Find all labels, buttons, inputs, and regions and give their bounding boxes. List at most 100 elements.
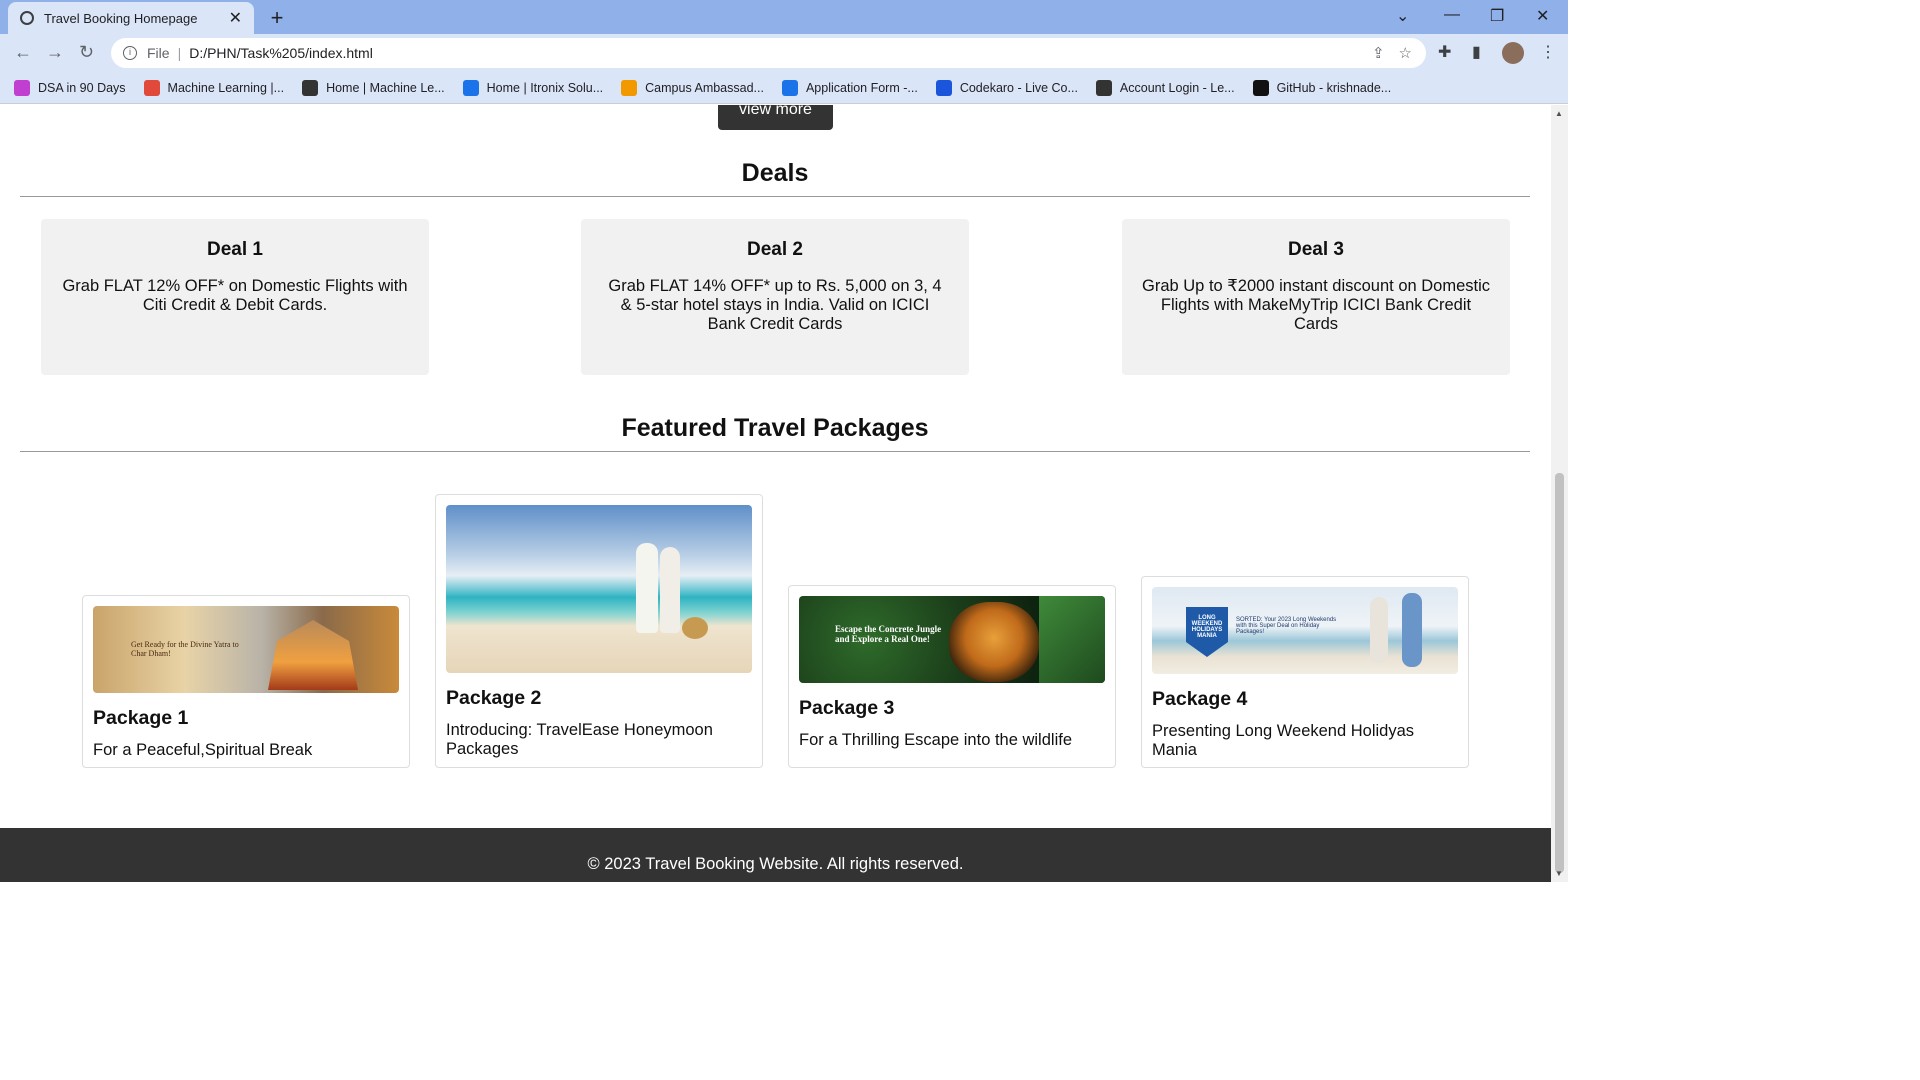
url-text[interactable]: D:/PHN/Task%205/index.html <box>189 45 1372 61</box>
close-tab-icon[interactable]: ✕ <box>229 8 242 28</box>
bookmark-label: DSA in 90 Days <box>38 80 126 95</box>
new-tab-button[interactable]: + <box>266 5 288 31</box>
scroll-down-arrow-icon[interactable]: ▼ <box>1555 869 1563 878</box>
package-image: Get Ready for the Divine Yatra to Char D… <box>93 606 399 693</box>
hat-shape <box>682 617 708 639</box>
leaves-shape <box>1039 596 1105 683</box>
restore-button[interactable]: ❐ <box>1490 6 1504 26</box>
package-image: LONG WEEKEND HOLIDAYS MANIA SORTED: Your… <box>1152 587 1458 674</box>
couple-figure <box>636 543 658 633</box>
side-panel-icon[interactable]: ▮ <box>1472 42 1481 62</box>
toolbar: ← → ↻ i File | D:/PHN/Task%205/index.htm… <box>0 34 1568 72</box>
package-title: Package 1 <box>93 707 189 729</box>
package-card[interactable]: Escape the Concrete Jungle and Explore a… <box>788 585 1116 768</box>
bookmark-label: Application Form -... <box>805 80 918 95</box>
view-more-button[interactable]: view more <box>718 105 833 130</box>
package-title: Package 4 <box>1152 688 1248 710</box>
scroll-up-arrow-icon[interactable]: ▲ <box>1555 109 1563 118</box>
bookmark-favicon-icon <box>781 79 798 96</box>
file-scheme-label: File <box>147 45 170 61</box>
bookmark-star-icon[interactable]: ☆ <box>1399 44 1412 62</box>
browser-chrome: Travel Booking Homepage ✕ + ⌄ — ❐ ✕ ← → … <box>0 0 1568 104</box>
bookmark-label: Account Login - Le... <box>1119 80 1235 95</box>
bookmark-label: Campus Ambassad... <box>645 80 764 95</box>
bookmark-item[interactable]: Account Login - Le... <box>1095 79 1235 96</box>
package-text: Introducing: TravelEase Honeymoon Packag… <box>446 721 713 758</box>
banner-text: Escape the Concrete Jungle and Explore a… <box>835 624 942 644</box>
package-text: For a Peaceful,Spiritual Break <box>93 741 313 759</box>
package-image: Escape the Concrete Jungle and Explore a… <box>799 596 1105 683</box>
reload-icon[interactable]: ↻ <box>79 42 94 63</box>
bookmark-label: Codekaro - Live Co... <box>959 80 1078 95</box>
package-card[interactable]: Get Ready for the Divine Yatra to Char D… <box>82 595 410 768</box>
deal-card: Deal 1 Grab FLAT 12% OFF* on Domestic Fl… <box>41 219 429 375</box>
minimize-button[interactable]: — <box>1444 6 1460 24</box>
bookmark-label: Home | Machine Le... <box>326 80 445 95</box>
back-icon[interactable]: ← <box>14 42 32 63</box>
package-title: Package 2 <box>446 687 542 709</box>
bookmark-item[interactable]: Machine Learning |... <box>143 79 285 96</box>
banner-text: SORTED: Your 2023 Long Weekends with thi… <box>1236 617 1337 635</box>
bookmark-label: Home | Itronix Solu... <box>486 80 604 95</box>
forward-icon[interactable]: → <box>46 42 64 63</box>
deal-card: Deal 2 Grab FLAT 14% OFF* up to Rs. 5,00… <box>581 219 969 375</box>
deal-text: Grab Up to ₹2000 instant discount on Dom… <box>1142 277 1491 333</box>
tab-travel-booking[interactable]: Travel Booking Homepage ✕ <box>8 2 254 34</box>
package-image <box>446 505 752 673</box>
omnibox-separator: | <box>177 45 182 61</box>
deal-text: Grab FLAT 12% OFF* on Domestic Flights w… <box>62 277 408 314</box>
bookmark-label: GitHub - krishnade... <box>1276 80 1392 95</box>
scrollbar-thumb[interactable] <box>1555 473 1564 873</box>
deal-card: Deal 3 Grab Up to ₹2000 instant discount… <box>1122 219 1510 375</box>
page-scrollbar[interactable]: ▲ ▼ <box>1551 105 1568 882</box>
tab-title: Travel Booking Homepage <box>44 10 198 26</box>
package-card[interactable]: Package 2 Introducing: TravelEase Honeym… <box>435 494 763 768</box>
info-icon[interactable]: i <box>123 46 137 60</box>
site-footer: © 2023 Travel Booking Website. All right… <box>0 828 1551 882</box>
tiger-face <box>949 602 1039 682</box>
temple-shape <box>268 620 358 690</box>
bookmark-item[interactable]: Codekaro - Live Co... <box>935 79 1078 96</box>
bookmark-item[interactable]: Campus Ambassad... <box>621 79 764 96</box>
deals-divider <box>20 196 1530 197</box>
deal-title: Deal 3 <box>1288 239 1344 260</box>
package-card[interactable]: LONG WEEKEND HOLIDAYS MANIA SORTED: Your… <box>1141 576 1469 768</box>
person-figure <box>1402 593 1422 667</box>
bookmark-item[interactable]: Application Form -... <box>781 79 918 96</box>
tab-strip: Travel Booking Homepage ✕ + ⌄ — ❐ ✕ <box>0 0 1568 34</box>
bookmark-favicon-icon <box>143 79 160 96</box>
couple-figure <box>660 547 680 633</box>
deal-text: Grab FLAT 14% OFF* up to Rs. 5,000 on 3,… <box>608 277 942 333</box>
package-text: For a Thrilling Escape into the wildlife <box>799 731 1072 749</box>
package-title: Package 3 <box>799 697 895 719</box>
deal-title: Deal 1 <box>207 239 263 260</box>
packages-heading: Featured Travel Packages <box>621 414 929 442</box>
banner-text: Get Ready for the Divine Yatra to Char D… <box>131 640 239 658</box>
bookmark-favicon-icon <box>935 79 952 96</box>
tab-search-icon[interactable]: ⌄ <box>1396 6 1409 26</box>
packages-divider <box>20 451 1530 452</box>
bookmark-item[interactable]: DSA in 90 Days <box>14 79 126 96</box>
menu-icon[interactable]: ⋮ <box>1540 42 1556 62</box>
bookmark-label: Machine Learning |... <box>167 80 285 95</box>
bookmark-item[interactable]: Home | Machine Le... <box>302 79 445 96</box>
bookmark-favicon-icon <box>14 79 30 96</box>
holidays-badge: LONG WEEKEND HOLIDAYS MANIA <box>1186 607 1228 657</box>
extensions-icon[interactable]: ✚ <box>1438 42 1451 62</box>
address-bar[interactable]: i File | D:/PHN/Task%205/index.html ⇪ ☆ <box>111 38 1426 68</box>
bookmark-item[interactable]: Home | Itronix Solu... <box>462 79 604 96</box>
bookmark-favicon-icon <box>1095 79 1112 96</box>
share-icon[interactable]: ⇪ <box>1372 44 1385 62</box>
page-viewport: view more Deals Deal 1 Grab FLAT 12% OFF… <box>0 105 1551 882</box>
package-text: Presenting Long Weekend Holidyas Mania <box>1152 722 1415 759</box>
bookmark-favicon-icon <box>621 79 638 96</box>
bookmark-favicon-icon <box>462 79 479 96</box>
bookmarks-bar: DSA in 90 Days Machine Learning |... Home … <box>0 72 1568 104</box>
bookmark-favicon-icon <box>1252 79 1269 96</box>
profile-avatar[interactable] <box>1502 42 1524 64</box>
deal-title: Deal 2 <box>747 239 803 260</box>
window-close-button[interactable]: ✕ <box>1536 6 1549 26</box>
bookmark-item[interactable]: GitHub - krishnade... <box>1252 79 1392 96</box>
person-figure <box>1370 597 1388 663</box>
deals-heading: Deals <box>741 159 809 187</box>
